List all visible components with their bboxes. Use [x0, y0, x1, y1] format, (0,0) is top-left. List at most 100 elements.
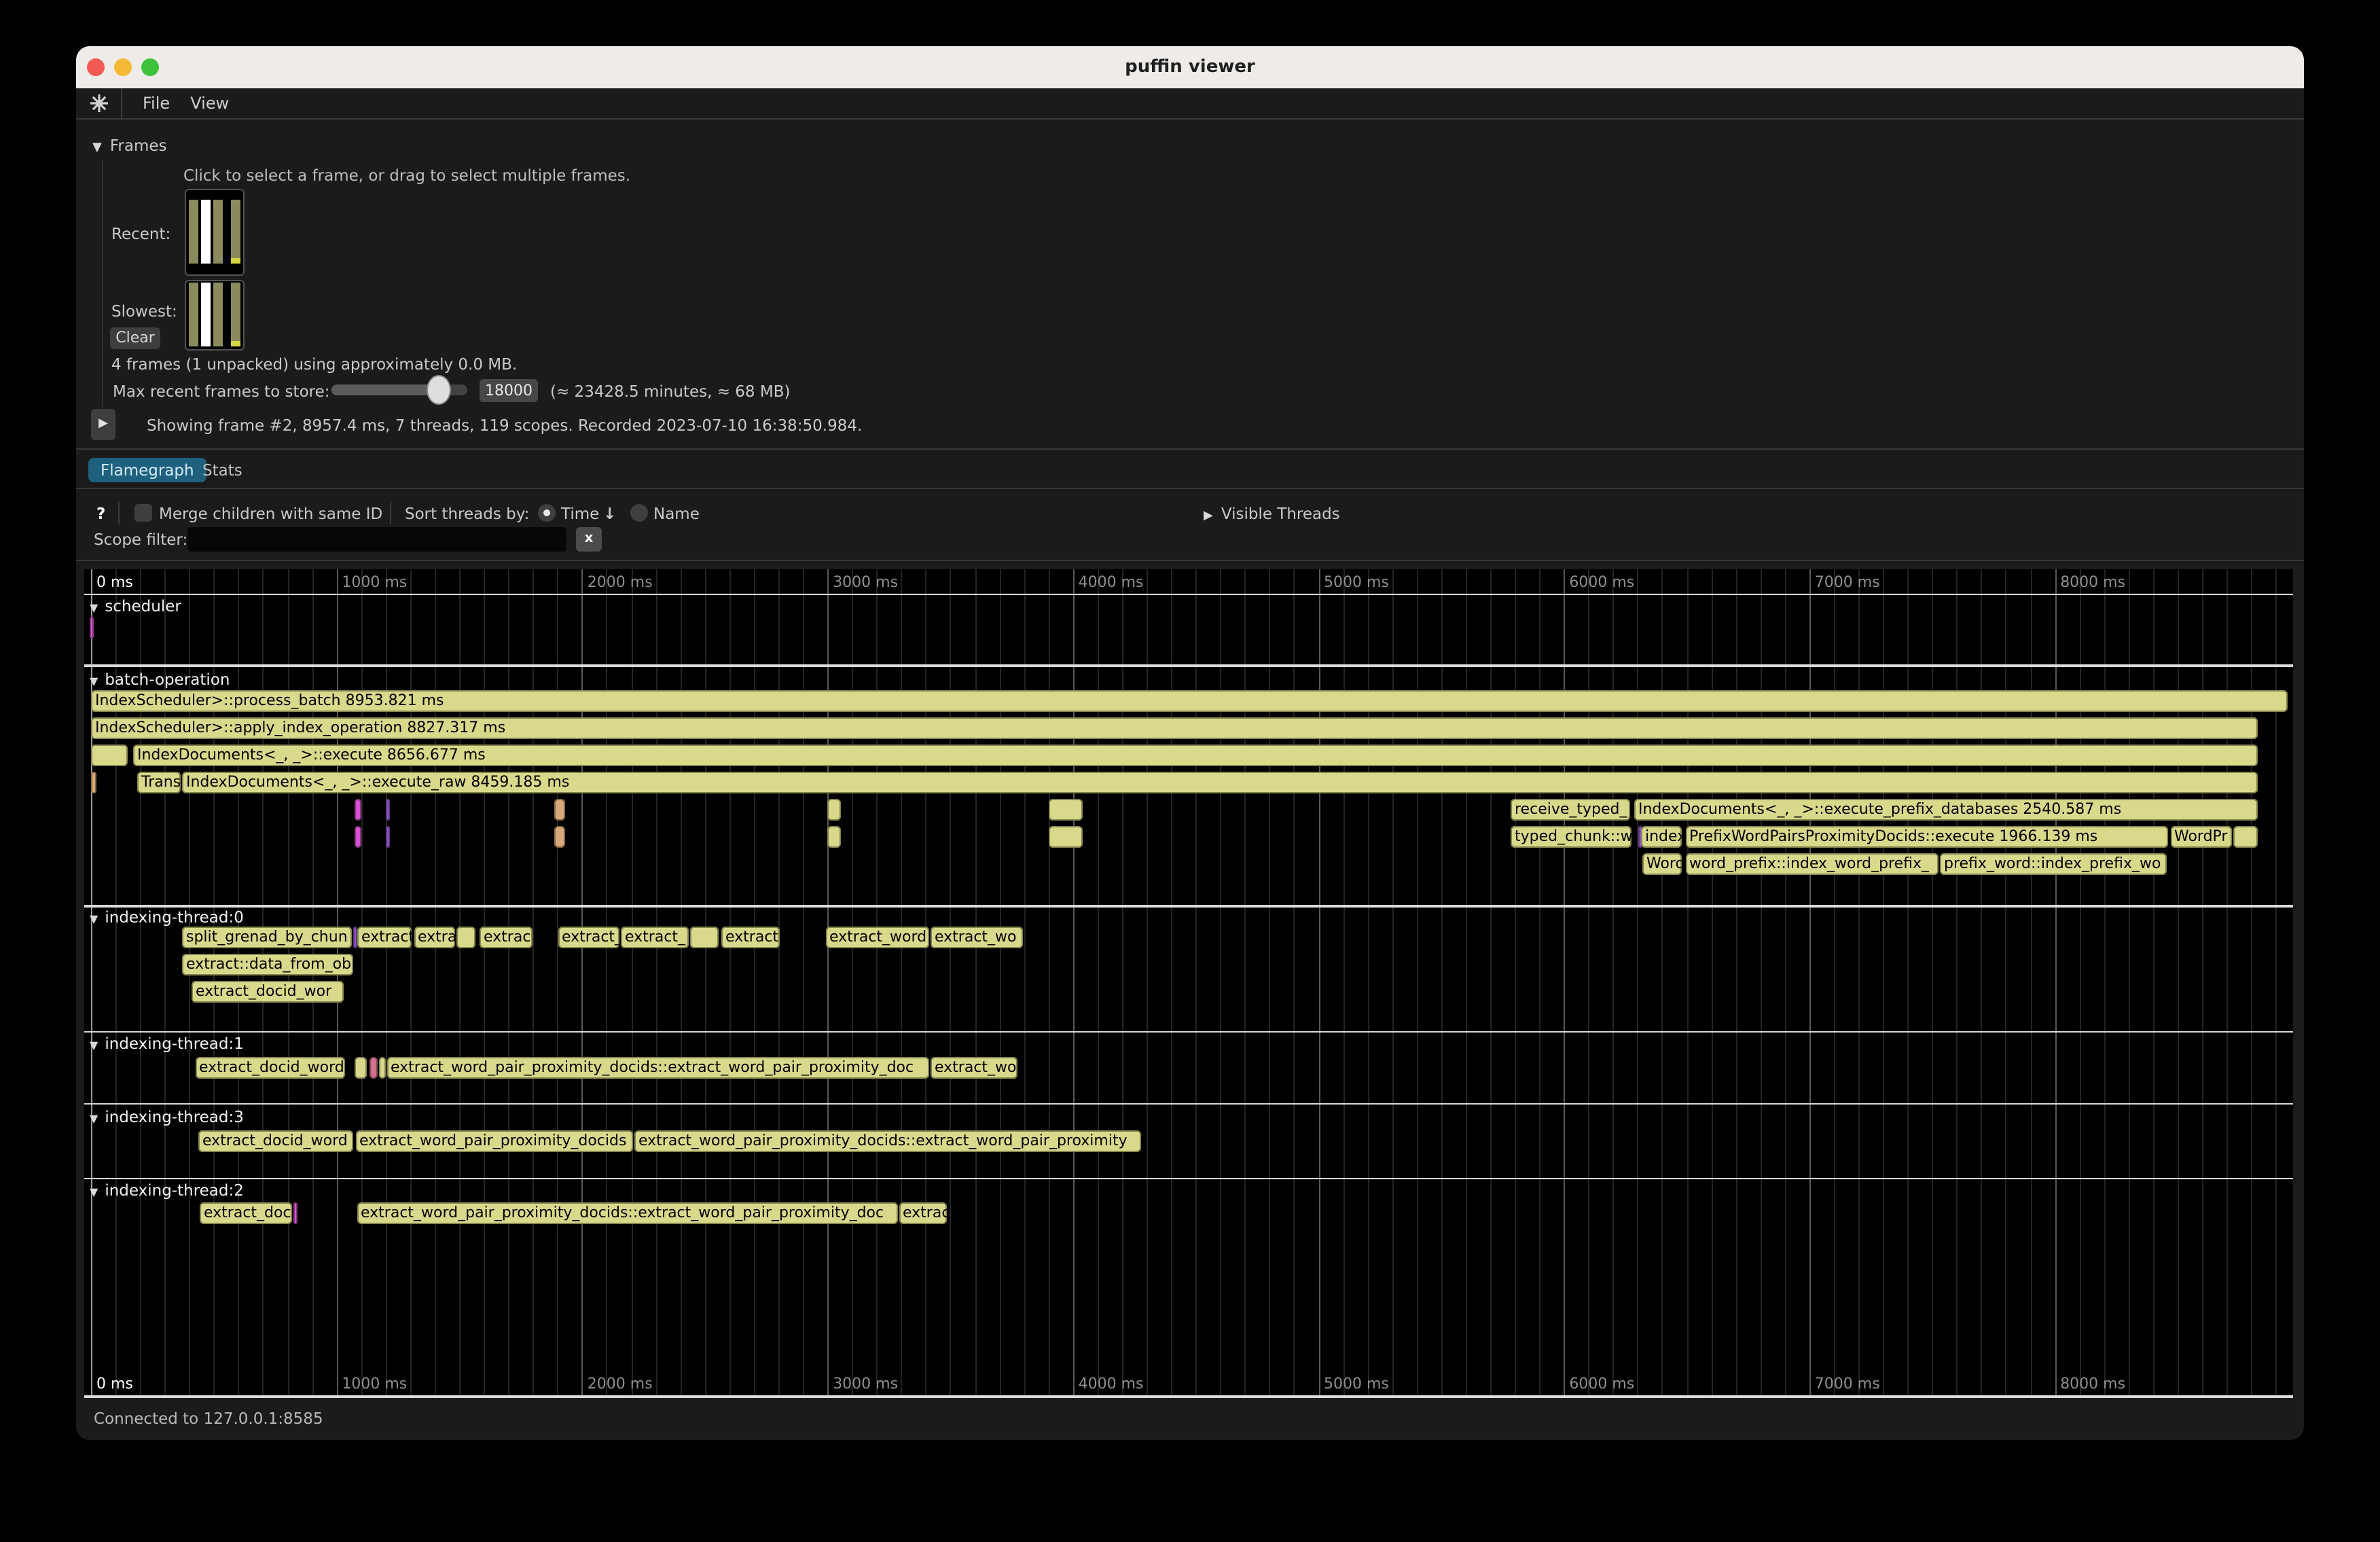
scope-bar[interactable]: WordPr — [2170, 826, 2231, 848]
scope-bar[interactable]: extract::data_from_ob — [182, 954, 353, 975]
thread-separator — [84, 1102, 2293, 1105]
scope-bar[interactable]: extract_docid_word — [195, 1056, 344, 1078]
scope-bar[interactable]: extract_wo — [931, 1056, 1017, 1078]
thread-header-indexing-thread:3[interactable]: ▼indexing-thread:3 — [90, 1107, 244, 1126]
scope-bar[interactable]: Trans — [137, 772, 181, 793]
scope-bar[interactable]: extrac — [899, 1202, 947, 1224]
scope-bar[interactable]: IndexDocuments<_, _>::execute_prefix_dat… — [1634, 799, 2258, 821]
sort-time-radio[interactable] — [538, 504, 556, 522]
thread-header-scheduler[interactable]: ▼scheduler — [90, 596, 181, 615]
scope-bar[interactable] — [378, 1056, 385, 1078]
scope-bar[interactable]: extract_ — [621, 927, 689, 948]
scope-bar[interactable]: extract_ — [558, 927, 619, 948]
thread-header-indexing-thread:1[interactable]: ▼indexing-thread:1 — [90, 1034, 244, 1053]
scope-bar[interactable] — [827, 826, 840, 848]
scope-bar[interactable] — [354, 1056, 367, 1078]
expand-triangle-icon: ▶ — [1204, 509, 1213, 523]
scope-bar[interactable]: extract_docid_wor — [192, 981, 344, 1003]
sort-time-label[interactable]: Time — [561, 504, 599, 523]
scope-bar[interactable]: extract_wo — [931, 927, 1023, 948]
scope-bar[interactable]: receive_typed_ — [1511, 799, 1629, 821]
flamegraph-canvas[interactable]: 0 ms0 ms1000 ms1000 ms2000 ms2000 ms3000… — [84, 569, 2293, 1398]
scope-bar[interactable]: extract_docid_word — [198, 1130, 353, 1151]
menu-item-view[interactable]: View — [190, 94, 229, 113]
scope-bar[interactable] — [690, 927, 719, 948]
scope-bar[interactable]: extract_word_pair_proximity_docids — [355, 1130, 632, 1151]
thread-header-indexing-thread:0[interactable]: ▼indexing-thread:0 — [90, 908, 244, 927]
title-bar[interactable]: puffin viewer — [76, 46, 2304, 88]
scope-bar[interactable] — [91, 745, 128, 766]
frame-bar[interactable] — [189, 200, 198, 264]
scope-bar[interactable]: extract_word_pair_proximity_docids::extr… — [357, 1202, 897, 1224]
sort-name-radio[interactable] — [630, 504, 648, 522]
menu-item-file[interactable]: File — [143, 94, 170, 113]
scope-bar[interactable] — [827, 799, 840, 821]
scope-bar[interactable] — [385, 799, 389, 821]
slowest-frames-thumbnail[interactable] — [185, 280, 245, 351]
max-frames-label: Max recent frames to store: — [113, 382, 330, 401]
scope-bar[interactable]: IndexDocuments<_, _>::execute_raw 8459.1… — [182, 772, 2258, 793]
frame-bar[interactable] — [231, 283, 240, 341]
frames-header[interactable]: ▼Frames — [92, 136, 167, 155]
divider — [390, 501, 391, 524]
recent-frames-thumbnail[interactable] — [185, 189, 245, 276]
tab-flamegraph[interactable]: Flamegraph — [88, 458, 206, 482]
connection-status: Connected to 127.0.0.1:8585 — [94, 1409, 323, 1428]
scope-bar[interactable]: PrefixWordPairsProximityDocids::execute … — [1685, 826, 2167, 848]
frame-bar-selected[interactable] — [201, 200, 211, 264]
scope-bar[interactable]: prefix_word::index_prefix_wo — [1940, 853, 2167, 875]
scope-bar[interactable]: index — [1641, 826, 1682, 848]
scope-bar[interactable] — [2233, 826, 2258, 848]
scope-bar[interactable]: IndexDocuments<_, _>::execute 8656.677 m… — [133, 745, 2258, 766]
scope-bar[interactable]: extract_word_pair_proximity_docids::extr… — [386, 1056, 928, 1078]
scope-bar[interactable]: IndexScheduler>::apply_index_operation 8… — [91, 717, 2258, 739]
scope-bar[interactable]: extract — [357, 927, 412, 948]
scope-bar[interactable]: extract_word — [825, 927, 928, 948]
sort-name-label[interactable]: Name — [653, 504, 700, 523]
scope-bar[interactable]: IndexScheduler>::process_batch 8953.821 … — [91, 690, 2288, 712]
clear-filter-button[interactable]: x — [576, 527, 602, 552]
help-button[interactable]: ? — [96, 504, 105, 523]
merge-children-checkbox[interactable] — [134, 504, 152, 522]
scope-bar[interactable]: Word — [1642, 853, 1682, 875]
scope-bar[interactable] — [554, 826, 565, 848]
slider-knob[interactable] — [427, 375, 451, 405]
play-button[interactable]: ▶ — [91, 409, 115, 440]
scope-bar[interactable] — [456, 927, 475, 948]
scope-bar[interactable]: split_grenad_by_chun — [182, 927, 352, 948]
clear-button[interactable]: Clear — [110, 327, 160, 349]
frame-bar[interactable] — [231, 200, 240, 258]
scope-bar[interactable] — [1049, 799, 1082, 821]
scope-bar[interactable] — [355, 799, 361, 821]
frame-bar[interactable] — [213, 200, 223, 264]
sort-direction-arrow-icon[interactable]: ↓ — [603, 504, 616, 523]
scope-bar[interactable] — [1049, 826, 1082, 848]
scope-bar[interactable]: extract_word_pair_proximity_docids::extr… — [634, 1130, 1141, 1151]
scope-bar[interactable] — [385, 826, 389, 848]
scope-bar[interactable]: extract_doc — [200, 1202, 292, 1224]
frame-bar-selected[interactable] — [201, 283, 211, 346]
merge-children-label: Merge children with same ID — [159, 504, 382, 523]
scope-bar[interactable] — [353, 927, 357, 948]
scope-bar[interactable] — [369, 1056, 377, 1078]
frame-bar[interactable] — [189, 283, 198, 346]
sun-icon[interactable] — [90, 94, 109, 113]
collapse-triangle-icon: ▼ — [90, 1113, 98, 1125]
scope-bar[interactable]: extrac — [480, 927, 533, 948]
max-frames-value[interactable]: 18000 — [480, 379, 538, 402]
scope-bar[interactable] — [293, 1202, 298, 1224]
scope-bar[interactable] — [90, 617, 94, 639]
scope-bar[interactable]: extra — [414, 927, 454, 948]
scope-filter-input[interactable] — [187, 527, 566, 552]
tab-stats[interactable]: Stats — [190, 458, 255, 482]
scope-bar[interactable] — [91, 772, 96, 793]
scope-bar[interactable] — [355, 826, 361, 848]
thread-header-batch-operation[interactable]: ▼batch-operation — [90, 670, 230, 689]
visible-threads-header[interactable]: ▶Visible Threads — [1204, 504, 1340, 523]
frame-bar[interactable] — [213, 283, 223, 346]
scope-bar[interactable]: extract — [721, 927, 780, 948]
scope-bar[interactable]: typed_chunk::w — [1511, 826, 1631, 848]
thread-header-indexing-thread:2[interactable]: ▼indexing-thread:2 — [90, 1181, 244, 1200]
scope-bar[interactable]: word_prefix::index_word_prefix_ — [1685, 853, 1938, 875]
scope-bar[interactable] — [554, 799, 565, 821]
